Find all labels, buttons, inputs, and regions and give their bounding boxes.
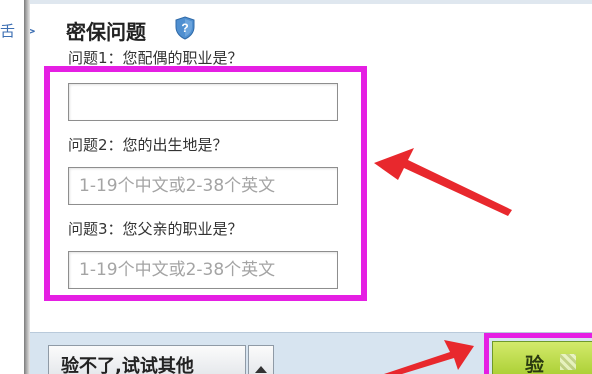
shield-question-icon[interactable]: ? — [174, 16, 196, 40]
question1-answer-input[interactable] — [68, 83, 338, 121]
question3-label: 问题3：您父亲的职业是？ — [68, 220, 243, 238]
question1-label: 问题1：您配偶的职业是？ — [68, 49, 243, 65]
other-methods-dropdown-button[interactable] — [248, 345, 274, 374]
right-arrow-annotation — [374, 148, 512, 216]
try-other-method-button[interactable]: 验不了,试试其他 — [48, 345, 246, 374]
security-question-dialog: 舌 > 密保问题 ? 问题1：您配偶的职业是？ 问题2：您的出生地是？ 问题3：… — [0, 0, 592, 374]
watermark-icon — [560, 354, 576, 370]
pane-divider — [24, 0, 30, 374]
top-rule — [30, 0, 592, 4]
svg-text:?: ? — [181, 21, 188, 35]
question2-label: 问题2：您的出生地是？ — [68, 136, 228, 154]
left-pane-text[interactable]: 舌 > — [0, 20, 38, 41]
verify-button[interactable]: 验 — [492, 341, 592, 374]
section-title: 密保问题 — [66, 20, 146, 44]
left-pane: 舌 > — [0, 0, 36, 374]
question3-answer-input[interactable] — [68, 251, 338, 289]
caret-up-icon — [255, 365, 267, 373]
question2-answer-input[interactable] — [68, 167, 338, 205]
